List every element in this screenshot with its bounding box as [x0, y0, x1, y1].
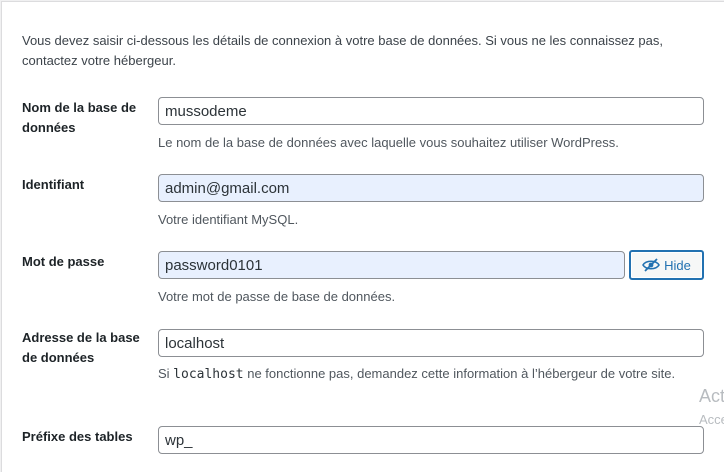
hide-password-button[interactable]: Hide — [629, 250, 704, 280]
password-input[interactable] — [158, 251, 625, 279]
dbhost-description-after: ne fonctionne pas, demandez cette inform… — [243, 366, 676, 381]
activation-watermark-subtitle: Acce — [699, 412, 724, 427]
dbhost-label: Adresse de la base de données — [22, 330, 140, 365]
username-input[interactable] — [158, 174, 704, 202]
username-description: Votre identifiant MySQL. — [158, 212, 299, 227]
activation-watermark-title: Act — [699, 386, 724, 406]
password-label: Mot de passe — [22, 254, 105, 269]
setup-config-card: Vous devez saisir ci-dessous les détails… — [1, 1, 724, 472]
intro-text: Vous devez saisir ci-dessous les détails… — [22, 33, 663, 68]
eye-slash-icon — [642, 258, 661, 272]
dbname-description: Le nom de la base de données avec laquel… — [158, 135, 619, 150]
dbhost-description-code: localhost — [173, 367, 244, 382]
password-description: Votre mot de passe de base de données. — [158, 289, 396, 304]
dbhost-input[interactable] — [158, 329, 704, 357]
prefix-input[interactable] — [158, 426, 704, 454]
dbname-input[interactable] — [158, 97, 704, 125]
username-label: Identifiant — [22, 177, 85, 192]
hide-button-label: Hide — [664, 257, 691, 273]
dbhost-description-before: Si — [158, 366, 174, 381]
dbhost-description: Si localhost ne fonctionne pas, demandez… — [158, 363, 703, 385]
prefix-label: Préfixe des tables — [22, 429, 133, 444]
dbname-label: Nom de la base de données — [22, 100, 137, 135]
